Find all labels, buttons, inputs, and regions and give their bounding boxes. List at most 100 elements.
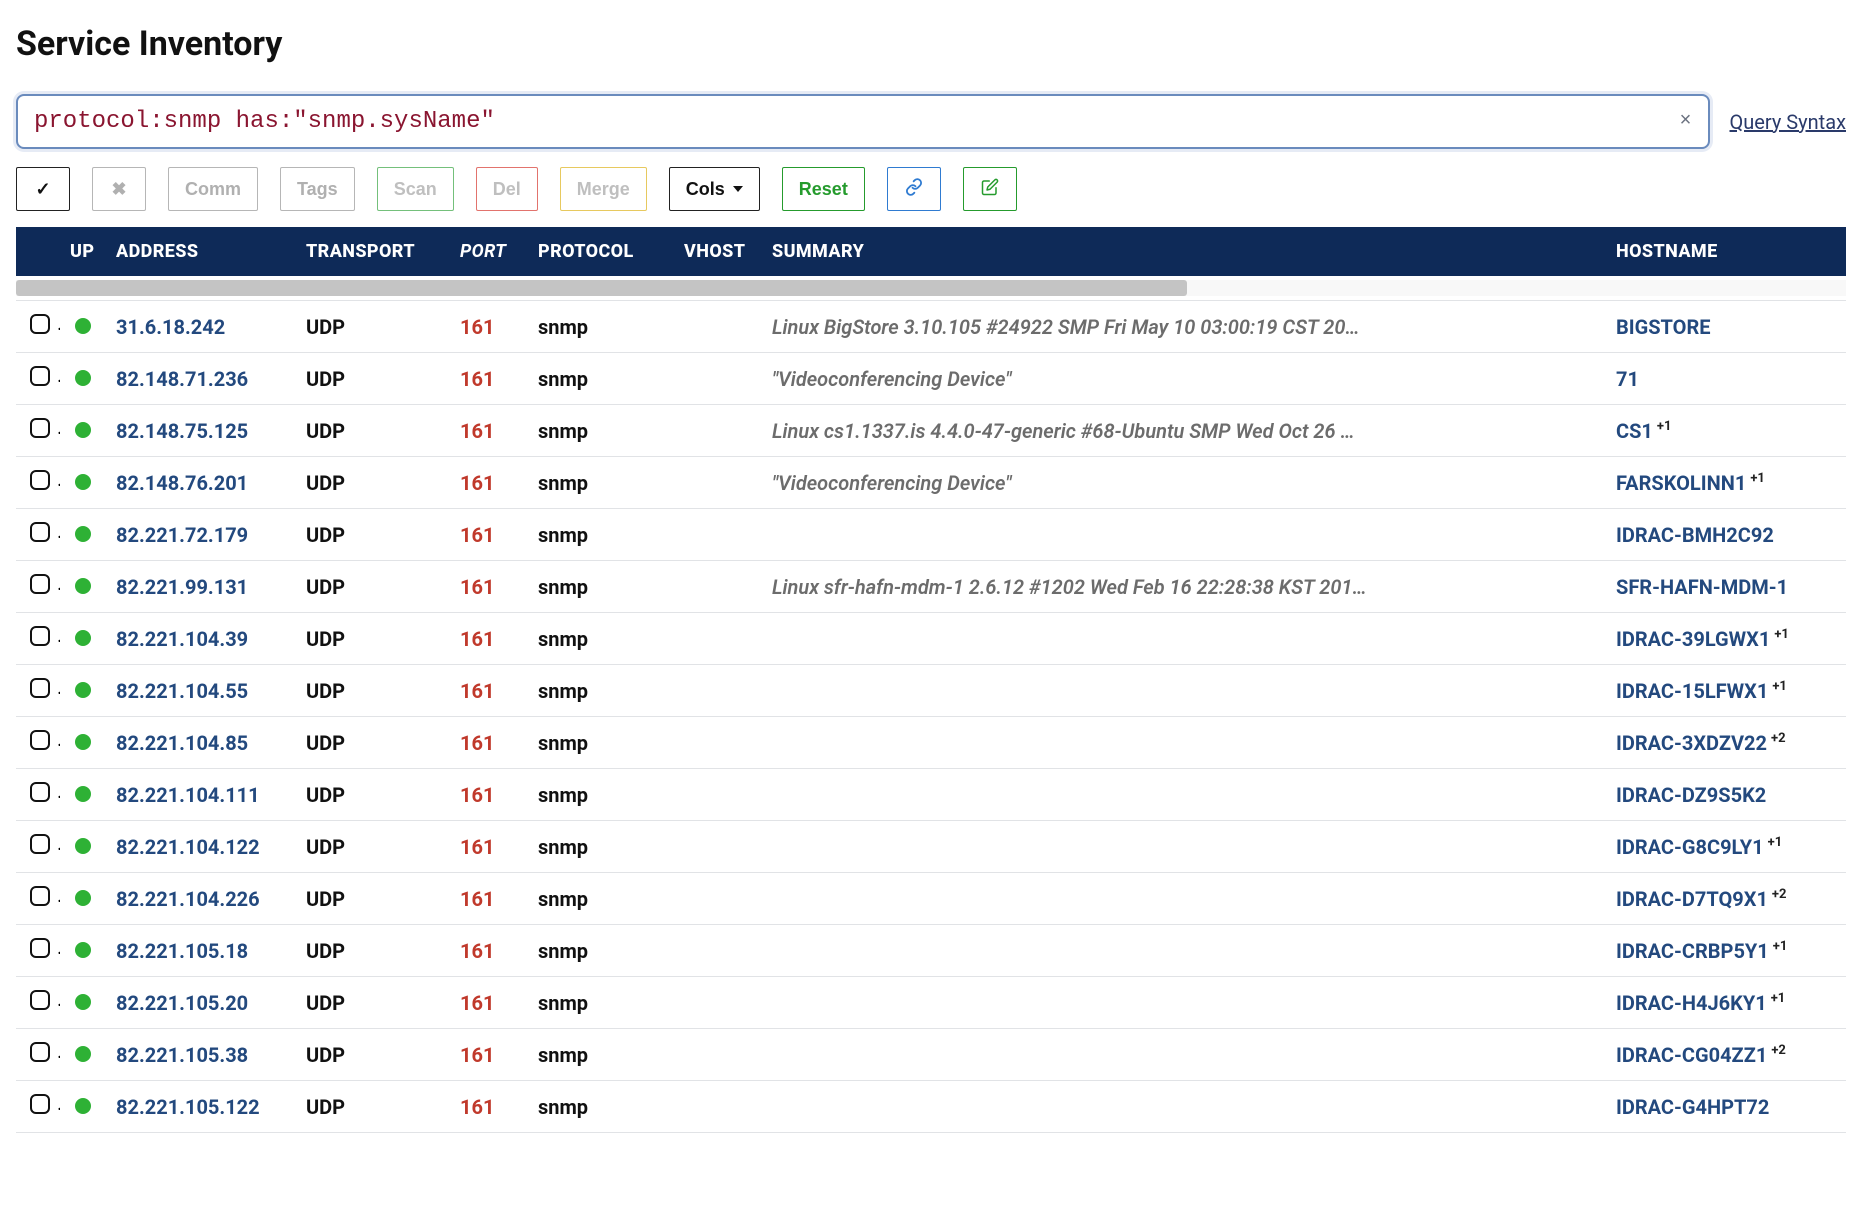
confirm-button[interactable] — [16, 167, 70, 211]
col-up[interactable]: UP — [60, 227, 106, 276]
row-checkbox[interactable] — [30, 1042, 50, 1062]
hostname-link[interactable]: 71 — [1616, 367, 1639, 391]
table-row[interactable]: 82.221.105.38UDP161snmpIDRAC-CG04ZZ1+2 — [16, 1029, 1846, 1081]
table-row[interactable]: 82.221.104.122UDP161snmpIDRAC-G8C9LY1+1 — [16, 821, 1846, 873]
address-link[interactable]: 82.221.99.131 — [116, 575, 248, 599]
table-row[interactable]: 82.148.75.125UDP161snmpLinux cs1.1337.is… — [16, 405, 1846, 457]
col-address[interactable]: ADDRESS — [106, 227, 296, 276]
table-row[interactable]: 82.221.104.55UDP161snmpIDRAC-15LFWX1+1 — [16, 665, 1846, 717]
address-link[interactable]: 82.221.104.111 — [116, 783, 260, 807]
protocol-cell: snmp — [528, 769, 674, 821]
comm-button[interactable]: Comm — [168, 167, 258, 211]
row-checkbox[interactable] — [30, 314, 50, 334]
row-checkbox[interactable] — [30, 626, 50, 646]
hostname-extra-count: +1 — [1772, 679, 1787, 694]
hostname-link[interactable]: FARSKOLINN1 — [1616, 471, 1746, 495]
hostname-link[interactable]: CS1 — [1616, 419, 1653, 443]
table-row[interactable]: 82.221.105.18UDP161snmpIDRAC-CRBP5Y1+1 — [16, 925, 1846, 977]
table-row[interactable]: 82.221.105.20UDP161snmpIDRAC-H4J6KY1+1 — [16, 977, 1846, 1029]
search-input[interactable]: protocol:snmp has:"snmp.sysName" × — [16, 94, 1710, 149]
merge-button[interactable]: Merge — [560, 167, 647, 211]
cancel-button[interactable] — [92, 167, 146, 211]
hostname-link[interactable]: IDRAC-H4J6KY1 — [1616, 991, 1767, 1015]
address-link[interactable]: 82.148.75.125 — [116, 419, 248, 443]
hostname-link[interactable]: IDRAC-DZ9S5K2 — [1616, 783, 1766, 807]
summary-cell — [762, 1081, 1606, 1133]
address-link[interactable]: 82.148.76.201 — [116, 471, 248, 495]
table-row[interactable]: 82.221.104.111UDP161snmpIDRAC-DZ9S5K2 — [16, 769, 1846, 821]
col-vhost[interactable]: VHOST — [674, 227, 762, 276]
col-summary[interactable]: SUMMARY — [762, 227, 1606, 276]
row-checkbox[interactable] — [30, 366, 50, 386]
address-link[interactable]: 82.148.71.236 — [116, 367, 248, 391]
scan-button[interactable]: Scan — [377, 167, 454, 211]
row-checkbox[interactable] — [30, 990, 50, 1010]
hostname-link[interactable]: IDRAC-G4HPT72 — [1616, 1095, 1769, 1119]
address-link[interactable]: 82.221.72.179 — [116, 523, 248, 547]
query-syntax-link[interactable]: Query Syntax — [1730, 110, 1847, 134]
transport-cell: UDP — [296, 665, 450, 717]
address-link[interactable]: 82.221.104.122 — [116, 835, 260, 859]
row-checkbox[interactable] — [30, 782, 50, 802]
port-cell: 161 — [450, 821, 528, 873]
hostname-link[interactable]: IDRAC-39LGWX1 — [1616, 627, 1770, 651]
table-row[interactable]: 82.221.104.85UDP161snmpIDRAC-3XDZV22+2 — [16, 717, 1846, 769]
tags-button[interactable]: Tags — [280, 167, 355, 211]
table-row[interactable]: 31.6.18.242UDP161snmpLinux BigStore 3.10… — [16, 301, 1846, 353]
table-row[interactable]: 82.148.71.236UDP161snmp"Videoconferencin… — [16, 353, 1846, 405]
hostname-link[interactable]: IDRAC-3XDZV22 — [1616, 731, 1767, 755]
row-checkbox[interactable] — [30, 730, 50, 750]
row-checkbox[interactable] — [30, 678, 50, 698]
table-row[interactable]: 82.148.76.201UDP161snmp"Videoconferencin… — [16, 457, 1846, 509]
table-row[interactable]: 82.221.72.179UDP161snmpIDRAC-BMH2C92 — [16, 509, 1846, 561]
address-link[interactable]: 82.221.105.20 — [116, 991, 248, 1015]
row-checkbox[interactable] — [30, 886, 50, 906]
col-protocol[interactable]: PROTOCOL — [528, 227, 674, 276]
cols-button[interactable]: Cols — [669, 167, 760, 211]
address-link[interactable]: 82.221.104.55 — [116, 679, 248, 703]
address-link[interactable]: 82.221.105.18 — [116, 939, 248, 963]
hostname-link[interactable]: IDRAC-15LFWX1 — [1616, 679, 1768, 703]
edit-button[interactable] — [963, 167, 1017, 211]
hostname-link[interactable]: IDRAC-BMH2C92 — [1616, 523, 1774, 547]
row-checkbox[interactable] — [30, 470, 50, 490]
transport-cell: UDP — [296, 509, 450, 561]
hostname-link[interactable]: SFR-HAFN-MDM-1 — [1616, 575, 1788, 599]
reset-button[interactable]: Reset — [782, 167, 865, 211]
address-link[interactable]: 31.6.18.242 — [116, 315, 225, 339]
scrollbar-thumb[interactable] — [16, 280, 1187, 296]
table-row[interactable]: 82.221.99.131UDP161snmpLinux sfr-hafn-md… — [16, 561, 1846, 613]
row-checkbox[interactable] — [30, 938, 50, 958]
protocol-cell: snmp — [528, 561, 674, 613]
hostname-link[interactable]: IDRAC-CG04ZZ1 — [1616, 1043, 1767, 1067]
row-checkbox[interactable] — [30, 522, 50, 542]
address-link[interactable]: 82.221.105.122 — [116, 1095, 260, 1119]
table-row[interactable]: 82.221.104.226UDP161snmpIDRAC-D7TQ9X1+2 — [16, 873, 1846, 925]
permalink-button[interactable] — [887, 167, 941, 211]
col-transport[interactable]: TRANSPORT — [296, 227, 450, 276]
protocol-cell: snmp — [528, 613, 674, 665]
clear-search-icon[interactable]: × — [1679, 112, 1691, 132]
address-link[interactable]: 82.221.105.38 — [116, 1043, 248, 1067]
chevron-down-icon — [733, 186, 743, 192]
vhost-cell — [674, 353, 762, 405]
row-checkbox[interactable] — [30, 418, 50, 438]
row-checkbox[interactable] — [30, 834, 50, 854]
address-link[interactable]: 82.221.104.226 — [116, 887, 260, 911]
row-checkbox[interactable] — [30, 1094, 50, 1114]
table-row[interactable]: 82.221.104.39UDP161snmpIDRAC-39LGWX1+1 — [16, 613, 1846, 665]
row-checkbox[interactable] — [30, 574, 50, 594]
table-row[interactable]: 82.221.105.122UDP161snmpIDRAC-G4HPT72 — [16, 1081, 1846, 1133]
address-link[interactable]: 82.221.104.85 — [116, 731, 248, 755]
col-port[interactable]: PORT — [450, 227, 528, 276]
horizontal-scrollbar[interactable] — [16, 280, 1846, 296]
hostname-link[interactable]: IDRAC-D7TQ9X1 — [1616, 887, 1768, 911]
hostname-link[interactable]: IDRAC-CRBP5Y1 — [1616, 939, 1769, 963]
hostname-link[interactable]: IDRAC-G8C9LY1 — [1616, 835, 1764, 859]
address-link[interactable]: 82.221.104.39 — [116, 627, 248, 651]
transport-cell: UDP — [296, 613, 450, 665]
col-hostname[interactable]: HOSTNAME — [1606, 227, 1846, 276]
hostname-link[interactable]: BIGSTORE — [1616, 315, 1711, 339]
summary-cell — [762, 665, 1606, 717]
del-button[interactable]: Del — [476, 167, 538, 211]
